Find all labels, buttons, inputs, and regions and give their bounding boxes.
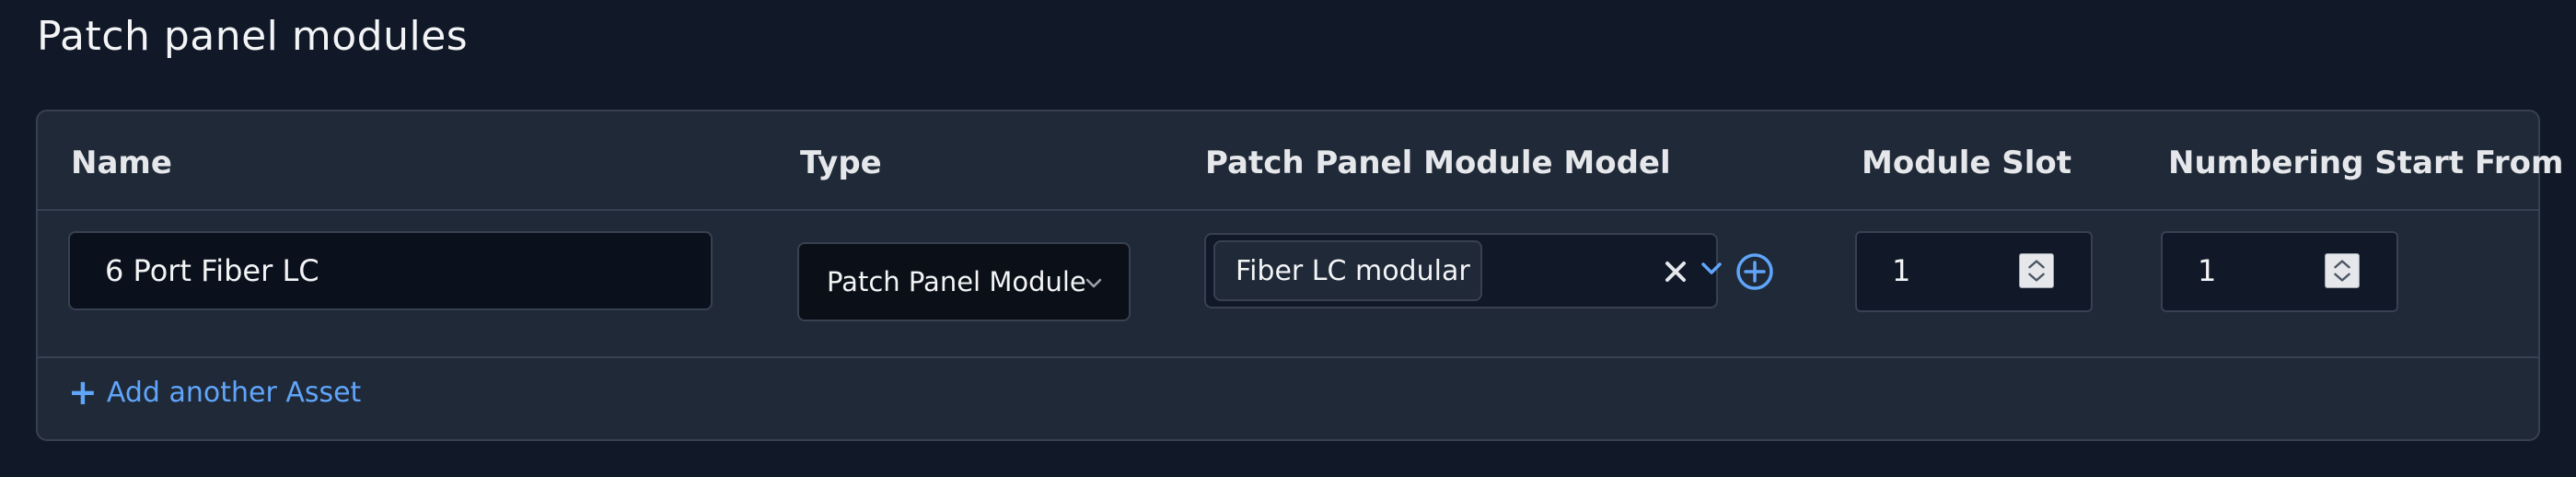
plus-icon: + [68, 372, 98, 413]
module-slot-value: 1 [1892, 253, 1911, 288]
section-title: Patch panel modules [37, 13, 469, 60]
type-select[interactable]: Patch Panel Module [797, 242, 1131, 321]
numbering-start-input[interactable]: 1 [2161, 231, 2398, 312]
chevron-down-icon [1085, 278, 1102, 288]
table-row: Patch Panel Module Fiber LC modular [38, 211, 2538, 358]
numbering-start-value: 1 [2198, 253, 2217, 288]
add-another-asset-label: Add another Asset [106, 376, 362, 409]
module-slot-input[interactable]: 1 [1855, 231, 2093, 312]
spinner-arrows-icon[interactable] [2325, 253, 2360, 288]
column-header-module-slot: Module Slot [1862, 145, 2072, 181]
model-chip: Fiber LC modular [1213, 240, 1482, 301]
plus-circle-icon[interactable] [1735, 252, 1774, 291]
spinner-arrows-icon[interactable] [2019, 253, 2054, 288]
model-chip-label: Fiber LC modular [1236, 254, 1470, 287]
table-header: Name Type Patch Panel Module Model Modul… [38, 111, 2563, 211]
column-header-name: Name [71, 145, 172, 181]
close-icon[interactable] [1663, 259, 1688, 285]
type-select-value: Patch Panel Module [827, 266, 1086, 297]
patch-panel-modules-table: Name Type Patch Panel Module Model Modul… [36, 110, 2563, 441]
column-header-numbering-start: Numbering Start From [2168, 145, 2564, 181]
chevron-down-icon[interactable] [1700, 257, 1723, 281]
name-input[interactable] [68, 231, 713, 310]
add-another-asset-link[interactable]: + Add another Asset [68, 375, 361, 410]
model-select[interactable]: Fiber LC modular [1204, 233, 1722, 308]
column-header-type: Type [800, 145, 882, 181]
column-header-model: Patch Panel Module Model [1205, 145, 1671, 181]
page: Patch panel modules Name Type Patch Pane… [0, 0, 2576, 477]
